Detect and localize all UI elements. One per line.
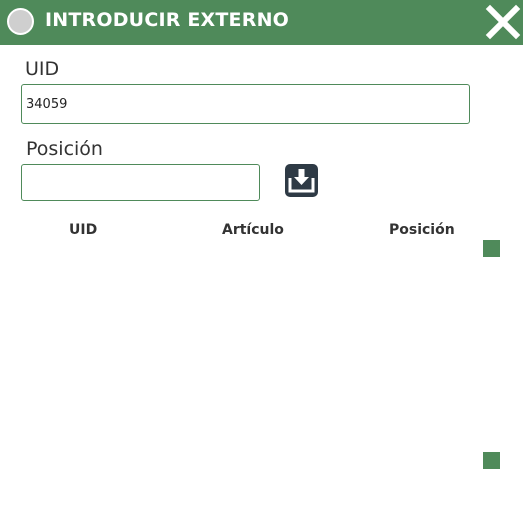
scroll-down-square-icon[interactable] [483,452,500,469]
position-label: Posición [26,138,103,160]
uid-input[interactable] [21,84,470,124]
download-tray-icon[interactable] [285,164,318,197]
column-header-uid: UID [69,222,98,238]
title-bar: INTRODUCIR EXTERNO [0,0,523,45]
close-icon[interactable] [485,4,521,40]
column-header-articulo: Artículo [222,222,284,238]
scroll-up-square-icon[interactable] [483,240,500,257]
uid-label: UID [25,58,60,80]
position-input[interactable] [21,164,260,201]
window-title: INTRODUCIR EXTERNO [45,9,290,31]
table-header: UID Artículo Posición [0,222,470,242]
column-header-posicion: Posición [389,222,455,238]
circle-icon [7,8,34,35]
